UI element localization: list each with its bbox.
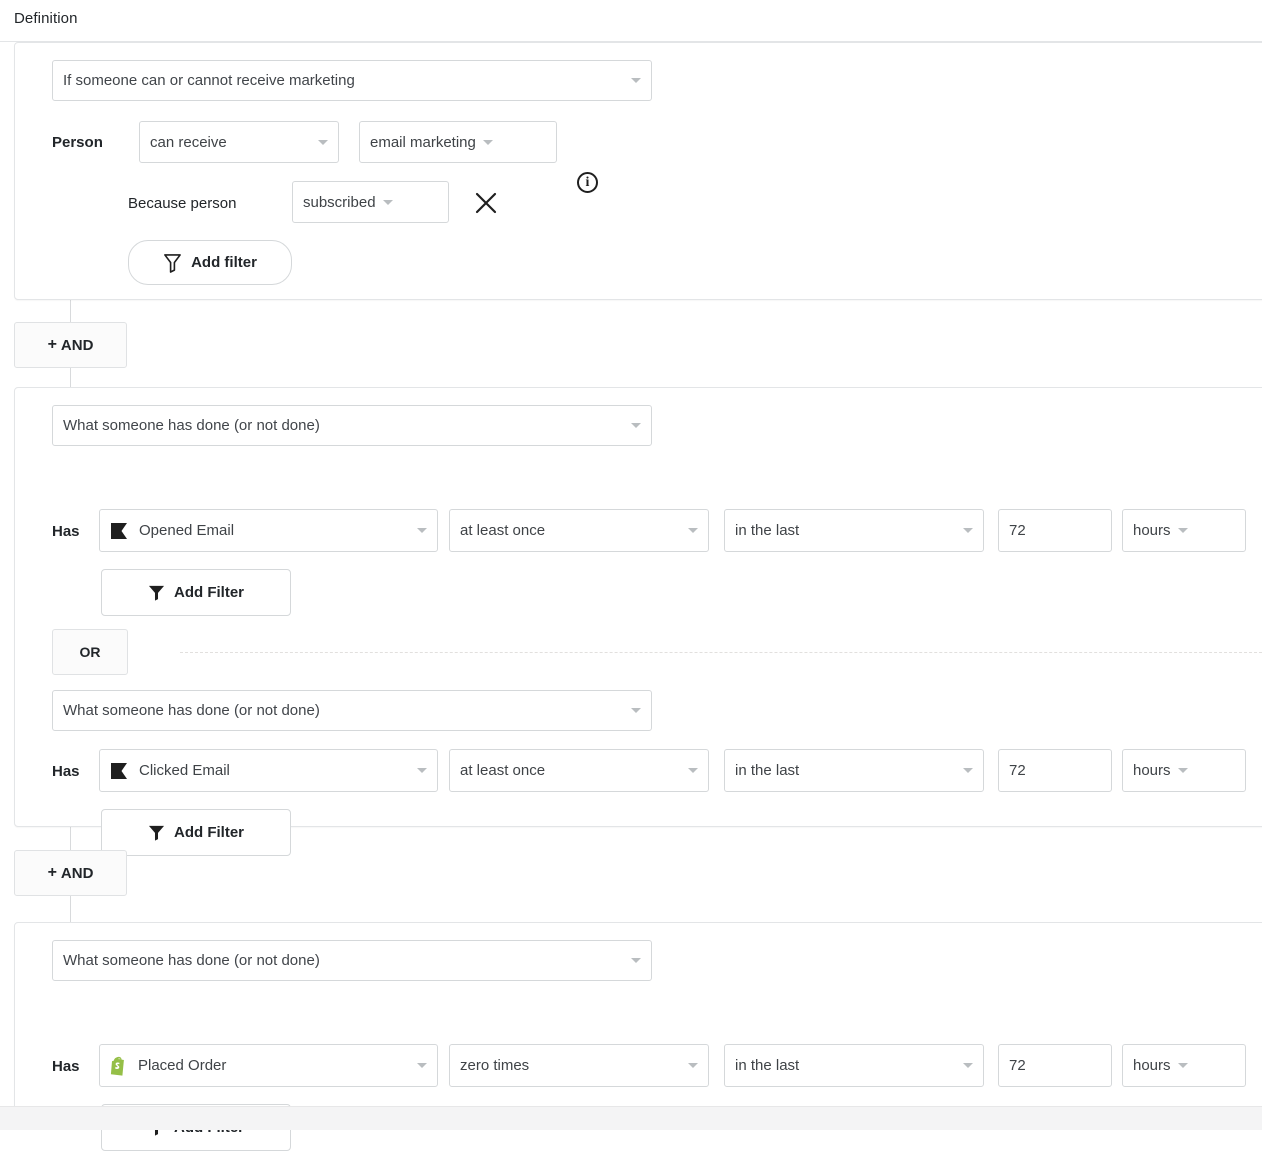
- chevron-down-icon: [382, 199, 393, 205]
- funnel-filled-icon: [148, 824, 165, 841]
- metric-value-2a: Opened Email: [139, 522, 235, 539]
- and-connector-button-2[interactable]: + AND: [14, 850, 127, 896]
- condition-card-1: If someone can or cannot receive marketi…: [14, 42, 1262, 300]
- condition-type-value-1: If someone can or cannot receive marketi…: [63, 72, 355, 89]
- or-connector-label: OR: [79, 644, 101, 660]
- and-connector-label-2: AND: [60, 864, 94, 882]
- chevron-down-icon: [417, 768, 427, 773]
- chevron-down-icon: [1177, 528, 1188, 533]
- marketing-channel-select[interactable]: email marketing: [359, 121, 557, 163]
- chevron-down-icon: [1177, 1063, 1188, 1068]
- funnel-filled-icon: [148, 584, 165, 601]
- frequency-select-2a[interactable]: at least once: [449, 509, 709, 552]
- frequency-select-3[interactable]: zero times: [449, 1044, 709, 1087]
- add-filter-button-2b[interactable]: Add Filter: [101, 809, 291, 856]
- chevron-down-icon: [482, 139, 493, 145]
- chevron-down-icon: [963, 528, 973, 533]
- condition-type-value-2a: What someone has done (or not done): [63, 417, 320, 434]
- chevron-down-icon: [417, 1063, 427, 1068]
- add-filter-label-1: Add filter: [191, 254, 257, 271]
- timeframe-select-3[interactable]: in the last: [724, 1044, 984, 1087]
- receive-ability-value: can receive: [150, 133, 227, 151]
- add-filter-button-1[interactable]: Add filter: [128, 240, 292, 285]
- timeframe-value-2a: in the last: [735, 522, 800, 539]
- or-divider-line: [180, 652, 1262, 653]
- frequency-select-2b[interactable]: at least once: [449, 749, 709, 792]
- chevron-down-icon: [688, 528, 698, 533]
- consent-reason-select[interactable]: subscribed: [292, 181, 449, 223]
- or-divider: OR: [52, 629, 1262, 675]
- unit-select-2a[interactable]: hours: [1122, 509, 1246, 552]
- plus-icon: +: [47, 864, 57, 881]
- timeframe-value-2b: in the last: [735, 762, 800, 779]
- amount-value-2b: 72: [1009, 762, 1026, 779]
- amount-input-2b[interactable]: 72: [998, 749, 1112, 792]
- timeframe-select-2a[interactable]: in the last: [724, 509, 984, 552]
- has-row-label-3: Has: [52, 1058, 80, 1075]
- condition-type-select-3[interactable]: What someone has done (or not done): [52, 940, 652, 981]
- amount-input-3[interactable]: 72: [998, 1044, 1112, 1087]
- add-filter-button-2a[interactable]: Add Filter: [101, 569, 291, 616]
- condition-type-select-1[interactable]: If someone can or cannot receive marketi…: [52, 60, 652, 101]
- chevron-down-icon: [688, 768, 698, 773]
- info-icon[interactable]: i: [577, 172, 598, 193]
- shopify-bag-icon: [110, 1056, 129, 1076]
- plus-icon: +: [47, 336, 57, 353]
- chevron-down-icon: [963, 1063, 973, 1068]
- metric-select-2a[interactable]: Opened Email: [99, 509, 438, 552]
- unit-value-3: hours: [1133, 1057, 1171, 1074]
- amount-input-2a[interactable]: 72: [998, 509, 1112, 552]
- chevron-down-icon: [417, 528, 427, 533]
- frequency-value-3: zero times: [460, 1057, 530, 1074]
- condition-type-value-3: What someone has done (or not done): [63, 952, 320, 969]
- has-row-label-2b: Has: [52, 763, 80, 780]
- unit-value-2a: hours: [1133, 522, 1171, 539]
- frequency-value-2b: at least once: [460, 762, 546, 779]
- has-row-label-2a: Has: [52, 523, 80, 540]
- page-title: Definition: [14, 10, 78, 27]
- unit-value-2b: hours: [1133, 762, 1171, 779]
- segment-definition-page: Definition If someone can or cannot rece…: [0, 0, 1262, 1151]
- metric-select-3[interactable]: Placed Order: [99, 1044, 438, 1087]
- condition-card-3: What someone has done (or not done) Has …: [14, 922, 1262, 1151]
- condition-type-select-2b[interactable]: What someone has done (or not done): [52, 690, 652, 731]
- close-icon[interactable]: [473, 190, 499, 216]
- and-connector-button-1[interactable]: + AND: [14, 322, 127, 368]
- or-connector-button[interactable]: OR: [52, 629, 128, 675]
- amount-value-3: 72: [1009, 1057, 1026, 1074]
- timeframe-value-3: in the last: [735, 1057, 800, 1074]
- consent-reason-value: subscribed: [303, 193, 376, 211]
- frequency-value-2a: at least once: [460, 522, 546, 539]
- receive-ability-select[interactable]: can receive: [139, 121, 339, 163]
- chevron-down-icon: [688, 1063, 698, 1068]
- unit-select-3[interactable]: hours: [1122, 1044, 1246, 1087]
- metric-select-2b[interactable]: Clicked Email: [99, 749, 438, 792]
- klaviyo-flag-icon: [110, 762, 130, 780]
- metric-value-3: Placed Order: [138, 1057, 227, 1074]
- chevron-down-icon: [318, 139, 328, 145]
- unit-select-2b[interactable]: hours: [1122, 749, 1246, 792]
- bottom-scroll-strip: [0, 1106, 1262, 1130]
- metric-value-2b: Clicked Email: [139, 762, 230, 779]
- klaviyo-flag-icon: [110, 522, 130, 540]
- person-row-label: Person: [52, 134, 103, 151]
- marketing-channel-value: email marketing: [370, 133, 476, 151]
- funnel-outline-icon: [163, 253, 182, 273]
- and-connector-label-1: AND: [60, 336, 94, 354]
- condition-type-select-2a[interactable]: What someone has done (or not done): [52, 405, 652, 446]
- add-filter-label-2a: Add Filter: [174, 584, 244, 601]
- because-person-label: Because person: [128, 195, 237, 212]
- chevron-down-icon: [631, 78, 641, 83]
- timeframe-select-2b[interactable]: in the last: [724, 749, 984, 792]
- chevron-down-icon: [631, 958, 641, 963]
- condition-type-value-2b: What someone has done (or not done): [63, 702, 320, 719]
- segment-builder: If someone can or cannot receive marketi…: [0, 41, 1262, 1151]
- chevron-down-icon: [631, 423, 641, 428]
- chevron-down-icon: [631, 708, 641, 713]
- chevron-down-icon: [1177, 768, 1188, 773]
- condition-card-2: What someone has done (or not done) Has …: [14, 387, 1262, 856]
- amount-value-2a: 72: [1009, 522, 1026, 539]
- add-filter-label-2b: Add Filter: [174, 824, 244, 841]
- chevron-down-icon: [963, 768, 973, 773]
